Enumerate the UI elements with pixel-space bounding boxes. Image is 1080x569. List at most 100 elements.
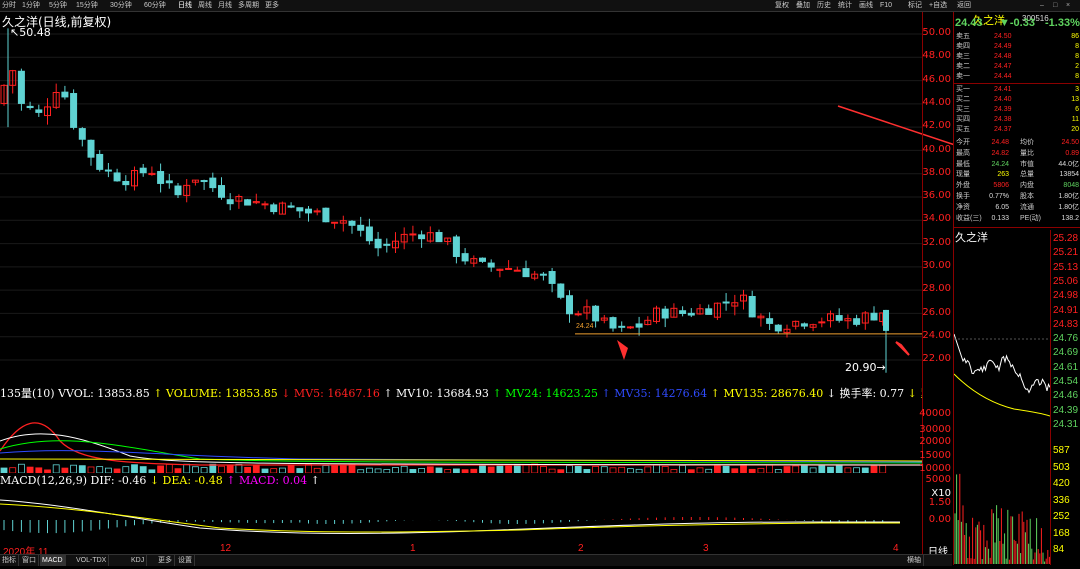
volume-bar <box>96 466 104 474</box>
price-axis-label: 32.00 <box>922 236 951 248</box>
stat-value: 24.50 <box>1061 139 1079 146</box>
price-axis-label: 24.00 <box>922 329 951 341</box>
volume-bar <box>574 465 582 474</box>
intraday-price-label: 24.98 <box>1053 290 1079 302</box>
stat-value: 0.133 <box>991 214 1009 222</box>
sell-price: 24.50 <box>994 33 1012 40</box>
volume-bar <box>400 465 408 474</box>
volume-bar <box>9 467 17 474</box>
bottom-tab-2[interactable]: MACD <box>40 555 66 566</box>
volume-bar <box>618 466 626 474</box>
macd-svg <box>0 499 900 534</box>
volume-bar <box>17 463 25 474</box>
stat-label: PE(动) <box>1020 214 1041 222</box>
arrow-low-point-1 <box>617 340 628 360</box>
price-axis-label: 40.00 <box>922 143 951 155</box>
volume-bar <box>61 467 69 474</box>
divider <box>954 227 1080 228</box>
macd-axis-label: 0.00 <box>928 514 951 525</box>
sell-volume: 2 <box>1075 63 1079 70</box>
stat-value: 24.24 <box>991 160 1009 168</box>
stat-label: 股本 <box>1020 193 1034 200</box>
stat-label: 净资 <box>956 203 970 211</box>
stat-row: 净资 6.05 流通 1.80亿 <box>954 203 1080 213</box>
price-axis-label: 44.00 <box>922 96 951 108</box>
volume-bar <box>226 464 234 474</box>
volume-bar <box>278 467 286 474</box>
intraday-price-label: 24.54 <box>1053 376 1079 387</box>
volume-bar <box>774 469 782 474</box>
volume-bar <box>566 465 573 474</box>
stat-label: 最低 <box>956 160 970 168</box>
price-axis-label: 36.00 <box>922 190 951 202</box>
volume-bar <box>540 466 547 474</box>
volume-bar <box>740 464 747 474</box>
stat-row: 最高 24.82 量比 0.89 <box>954 149 1080 159</box>
volume-axis-label: 10000 <box>919 463 951 474</box>
sell-price: 24.47 <box>994 63 1012 70</box>
bottom-tab-4[interactable]: KDJ <box>129 555 148 566</box>
volume-bar <box>731 468 739 474</box>
date-axis-label: 2 <box>578 543 584 554</box>
buy-price: 24.38 <box>994 116 1012 123</box>
volume-bar <box>374 468 382 474</box>
volume-axis-label: 15000 <box>919 450 951 461</box>
volume-bar <box>583 469 591 474</box>
bottom-tab-0[interactable]: 指标 <box>0 555 19 566</box>
stat-value: 138.2 <box>1061 214 1079 222</box>
stat-label: 总量 <box>1020 171 1034 179</box>
volume-chart[interactable] <box>0 401 923 474</box>
macd-indicator-value: ↑ MACD: 0.04 <box>226 474 311 487</box>
buy-row: 买一 24.41 3 <box>954 85 1080 95</box>
volume-bar <box>879 465 887 474</box>
buy-row: 买四 24.38 11 <box>954 115 1080 125</box>
price-change: ▼-0.33 <box>999 17 1035 29</box>
volume-bar <box>627 468 634 474</box>
volume-bar <box>748 468 756 474</box>
volume-bar <box>418 468 426 474</box>
intraday-price-label: 24.31 <box>1053 418 1079 430</box>
volume-bar <box>165 463 173 474</box>
intraday-price-label: 24.83 <box>1053 318 1079 330</box>
volume-bar <box>191 466 199 474</box>
volume-bar <box>835 464 843 474</box>
volume-bar <box>487 466 495 474</box>
stat-label: 均价 <box>1020 139 1034 146</box>
intraday-price-label: 24.39 <box>1053 404 1079 416</box>
intraday-chart[interactable] <box>953 244 1051 564</box>
volume-bar <box>331 465 339 474</box>
stat-row: 换手 0.77% 股本 1.80亿 <box>954 192 1080 202</box>
volume-bar <box>714 465 721 474</box>
volume-bar <box>522 464 530 474</box>
volume-svg <box>0 422 923 474</box>
price-axis-label: 30.00 <box>922 260 951 271</box>
volume-bar <box>635 468 643 474</box>
bottom-tab-1[interactable]: 窗口 <box>20 555 39 566</box>
bottom-tab-3[interactable]: VOL-TDX <box>74 555 110 566</box>
bottom-tab-6[interactable]: 设置 <box>176 555 195 566</box>
volume-bar <box>409 469 417 474</box>
sell-price: 24.44 <box>994 73 1012 80</box>
volume-bar <box>252 465 260 474</box>
buy-volume: 6 <box>1075 106 1079 113</box>
buy-price: 24.41 <box>994 86 1012 93</box>
volume-bar <box>505 465 513 474</box>
bottom-tab-5[interactable]: 更多 <box>156 555 175 566</box>
macd-chart[interactable] <box>0 488 922 543</box>
volume-indicator-line: 135量(10) VVOL: 13853.85 ↑ VOLUME: 13853.… <box>0 385 922 401</box>
volume-bar <box>383 469 391 474</box>
volume-bar <box>557 469 565 474</box>
volume-bar <box>687 469 695 474</box>
bottom-right-tab[interactable]: 横轴 <box>905 555 924 566</box>
intraday-price-label: 24.46 <box>1053 390 1079 402</box>
intraday-volume-label: 336 <box>1053 494 1070 506</box>
sell-volume: 8 <box>1075 53 1079 60</box>
stat-label: 市值 <box>1020 160 1034 168</box>
volume-bar <box>827 466 834 474</box>
intraday-price-label: 24.76 <box>1053 333 1079 345</box>
volume-bar <box>35 467 43 474</box>
stat-value: 6.05 <box>995 203 1009 211</box>
volume-bar <box>513 463 521 474</box>
stat-label: 外盘 <box>956 182 970 190</box>
volume-bar <box>26 466 34 474</box>
